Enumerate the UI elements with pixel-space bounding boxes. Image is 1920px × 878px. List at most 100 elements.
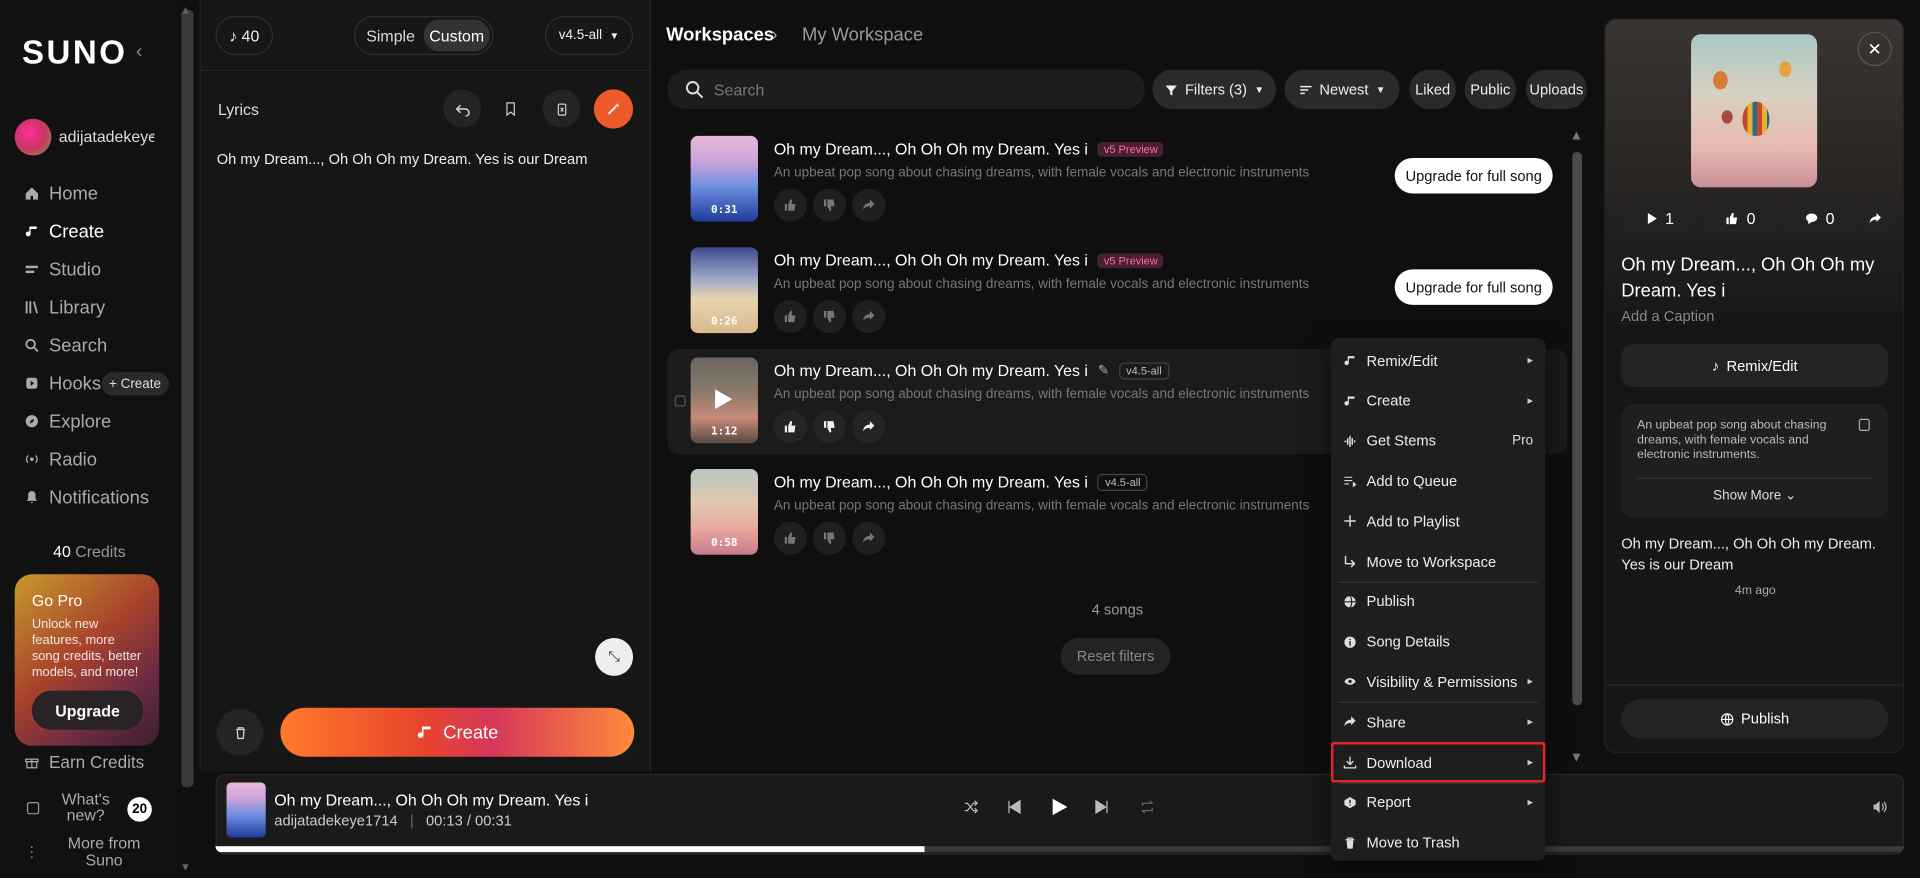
volume-icon[interactable] xyxy=(1872,800,1887,815)
menu-item-get-stems[interactable]: Get Stems Pro xyxy=(1331,421,1545,461)
more-from-suno-link[interactable]: More from Suno xyxy=(64,834,145,869)
menu-item-remix-edit[interactable]: Remix/Edit ▸ xyxy=(1331,340,1545,380)
song-title[interactable]: Oh my Dream..., Oh Oh Oh my Dream. Yes i xyxy=(774,473,1088,491)
playback-progress[interactable] xyxy=(215,846,1905,853)
share-icon[interactable] xyxy=(852,300,886,334)
show-more-button[interactable]: Show More ⌄ xyxy=(1621,487,1888,504)
whats-new-link[interactable]: What's new? xyxy=(59,791,113,823)
bookmark-button[interactable] xyxy=(491,89,529,127)
reset-filters-button[interactable]: Reset filters xyxy=(1060,637,1171,675)
thumbs-up-icon[interactable] xyxy=(773,521,807,555)
thumbs-down-icon[interactable] xyxy=(813,300,847,334)
lyrics-text[interactable]: Oh my Dream..., Oh Oh Oh my Dream. Yes i… xyxy=(217,151,588,168)
public-filter[interactable]: Public xyxy=(1464,69,1516,109)
menu-item-move-to-workspace[interactable]: Move to Workspace xyxy=(1331,541,1545,581)
song-title[interactable]: Oh my Dream..., Oh Oh Oh my Dream. Yes i xyxy=(774,361,1088,379)
sidebar-scrollbar[interactable] xyxy=(181,9,194,788)
remix-edit-button[interactable]: ♪ Remix/Edit xyxy=(1621,344,1889,387)
clear-lyrics-button[interactable] xyxy=(542,89,581,128)
song-cover[interactable]: 1:12 xyxy=(690,357,758,444)
player-cover[interactable] xyxy=(226,782,266,838)
scroll-down-icon[interactable]: ▼ xyxy=(180,861,191,873)
thumbs-up-icon[interactable] xyxy=(773,188,807,222)
breadcrumb-workspaces[interactable]: Workspaces xyxy=(666,24,774,45)
collapse-icon[interactable]: ⤡ xyxy=(595,637,634,676)
row-checkbox[interactable] xyxy=(674,395,686,407)
menu-item-add-to-playlist[interactable]: Add to Playlist xyxy=(1331,501,1545,541)
sidebar-item-studio[interactable]: Studio xyxy=(24,256,101,283)
model-select[interactable]: v4.5-all ▼ xyxy=(544,15,634,56)
add-caption[interactable]: Add a Caption xyxy=(1621,307,1714,324)
song-title[interactable]: Oh my Dream..., Oh Oh Oh my Dream. Yes i xyxy=(774,251,1088,269)
sidebar-item-explore[interactable]: Explore xyxy=(24,408,111,435)
player-artist[interactable]: adijatadekeye1714 xyxy=(274,812,397,829)
create-button[interactable]: Create xyxy=(280,707,635,757)
username[interactable]: adijatadekeye xyxy=(59,127,155,145)
scroll-down-icon[interactable]: ▼ xyxy=(1570,751,1583,766)
scroll-up-icon[interactable]: ▲ xyxy=(1570,129,1583,144)
chevron-down-icon[interactable]: ⌄ xyxy=(147,127,157,140)
upgrade-full-song-button[interactable]: Upgrade for full song xyxy=(1394,157,1553,194)
sidebar-item-library[interactable]: Library xyxy=(24,294,105,321)
thumbs-down-icon[interactable] xyxy=(813,521,847,555)
song-cover[interactable]: 0:58 xyxy=(690,468,758,555)
share-button[interactable] xyxy=(1856,203,1894,234)
share-icon[interactable] xyxy=(852,188,886,222)
undo-button[interactable] xyxy=(443,89,482,128)
sort-button[interactable]: Newest ▼ xyxy=(1284,69,1400,109)
upgrade-button[interactable]: Upgrade xyxy=(31,690,144,730)
play-pause-icon[interactable] xyxy=(1049,797,1069,817)
sidebar-item-search[interactable]: Search xyxy=(24,332,107,359)
repeat-icon[interactable] xyxy=(1140,800,1155,815)
avatar[interactable] xyxy=(14,118,52,156)
search-input[interactable]: Search xyxy=(667,69,1145,109)
next-icon[interactable] xyxy=(1095,799,1110,815)
menu-item-publish[interactable]: Publish xyxy=(1331,581,1545,621)
upgrade-full-song-button[interactable]: Upgrade for full song xyxy=(1394,269,1553,305)
menu-item-create[interactable]: Create ▸ xyxy=(1331,381,1545,421)
scroll-up-icon[interactable]: ▲ xyxy=(180,4,191,16)
share-icon[interactable] xyxy=(852,521,886,555)
thumbs-down-icon[interactable] xyxy=(813,188,847,222)
menu-item-visibility-permissions[interactable]: Visibility & Permissions ▸ xyxy=(1331,662,1545,702)
pencil-icon[interactable]: ✎ xyxy=(1098,362,1109,379)
menu-item-song-details[interactable]: Song Details xyxy=(1331,622,1545,662)
suno-logo[interactable]: SUNO xyxy=(22,34,127,72)
sidebar-item-notifications[interactable]: Notifications xyxy=(24,484,149,511)
shuffle-icon[interactable] xyxy=(964,800,979,815)
sidebar-item-radio[interactable]: Radio xyxy=(24,446,97,473)
comment-count[interactable]: 0 xyxy=(1779,203,1861,234)
hooks-create-button[interactable]: + Create xyxy=(101,372,169,396)
song-title[interactable]: Oh my Dream..., Oh Oh Oh my Dream. Yes i xyxy=(1621,252,1890,303)
publish-button[interactable]: Publish xyxy=(1621,699,1889,739)
sidebar-item-create[interactable]: Create xyxy=(24,218,104,245)
copy-icon[interactable] xyxy=(1858,418,1870,432)
song-row[interactable]: 0:31 Oh my Dream..., Oh Oh Oh my Dream. … xyxy=(667,127,1567,232)
close-icon[interactable]: ✕ xyxy=(1857,31,1892,67)
filters-button[interactable]: Filters (3) ▼ xyxy=(1152,69,1276,109)
thumbs-down-icon[interactable] xyxy=(813,410,847,444)
song-cover[interactable]: 0:26 xyxy=(690,247,758,334)
menu-item-download[interactable]: Download ▸ xyxy=(1331,742,1546,783)
credits-pill[interactable]: ♪ 40 xyxy=(215,15,274,56)
thumbs-up-icon[interactable] xyxy=(773,300,807,334)
share-icon[interactable] xyxy=(852,410,886,444)
song-cover[interactable]: 0:31 xyxy=(690,135,758,222)
menu-item-add-to-queue[interactable]: Add to Queue xyxy=(1331,461,1545,501)
menu-item-report[interactable]: Report ▸ xyxy=(1331,782,1545,822)
like-count[interactable]: 0 xyxy=(1702,203,1780,234)
play-icon[interactable] xyxy=(715,389,733,409)
earn-credits-link[interactable]: Earn Credits xyxy=(24,752,144,771)
liked-filter[interactable]: Liked xyxy=(1409,69,1456,109)
sidebar-item-hooks[interactable]: Hooks xyxy=(24,370,101,397)
clear-form-button[interactable] xyxy=(216,708,264,756)
chevron-left-icon[interactable]: ‹ xyxy=(136,42,143,64)
library-scrollbar[interactable] xyxy=(1572,151,1583,706)
player-title[interactable]: Oh my Dream..., Oh Oh Oh my Dream. Yes i xyxy=(274,791,588,809)
menu-item-share[interactable]: Share ▸ xyxy=(1331,702,1545,742)
play-count[interactable]: 1 xyxy=(1621,203,1698,234)
sidebar-item-home[interactable]: Home xyxy=(24,180,98,207)
thumbs-up-icon[interactable] xyxy=(773,410,807,444)
song-title[interactable]: Oh my Dream..., Oh Oh Oh my Dream. Yes i xyxy=(774,140,1088,158)
menu-item-move-to-trash[interactable]: Move to Trash xyxy=(1331,822,1545,862)
